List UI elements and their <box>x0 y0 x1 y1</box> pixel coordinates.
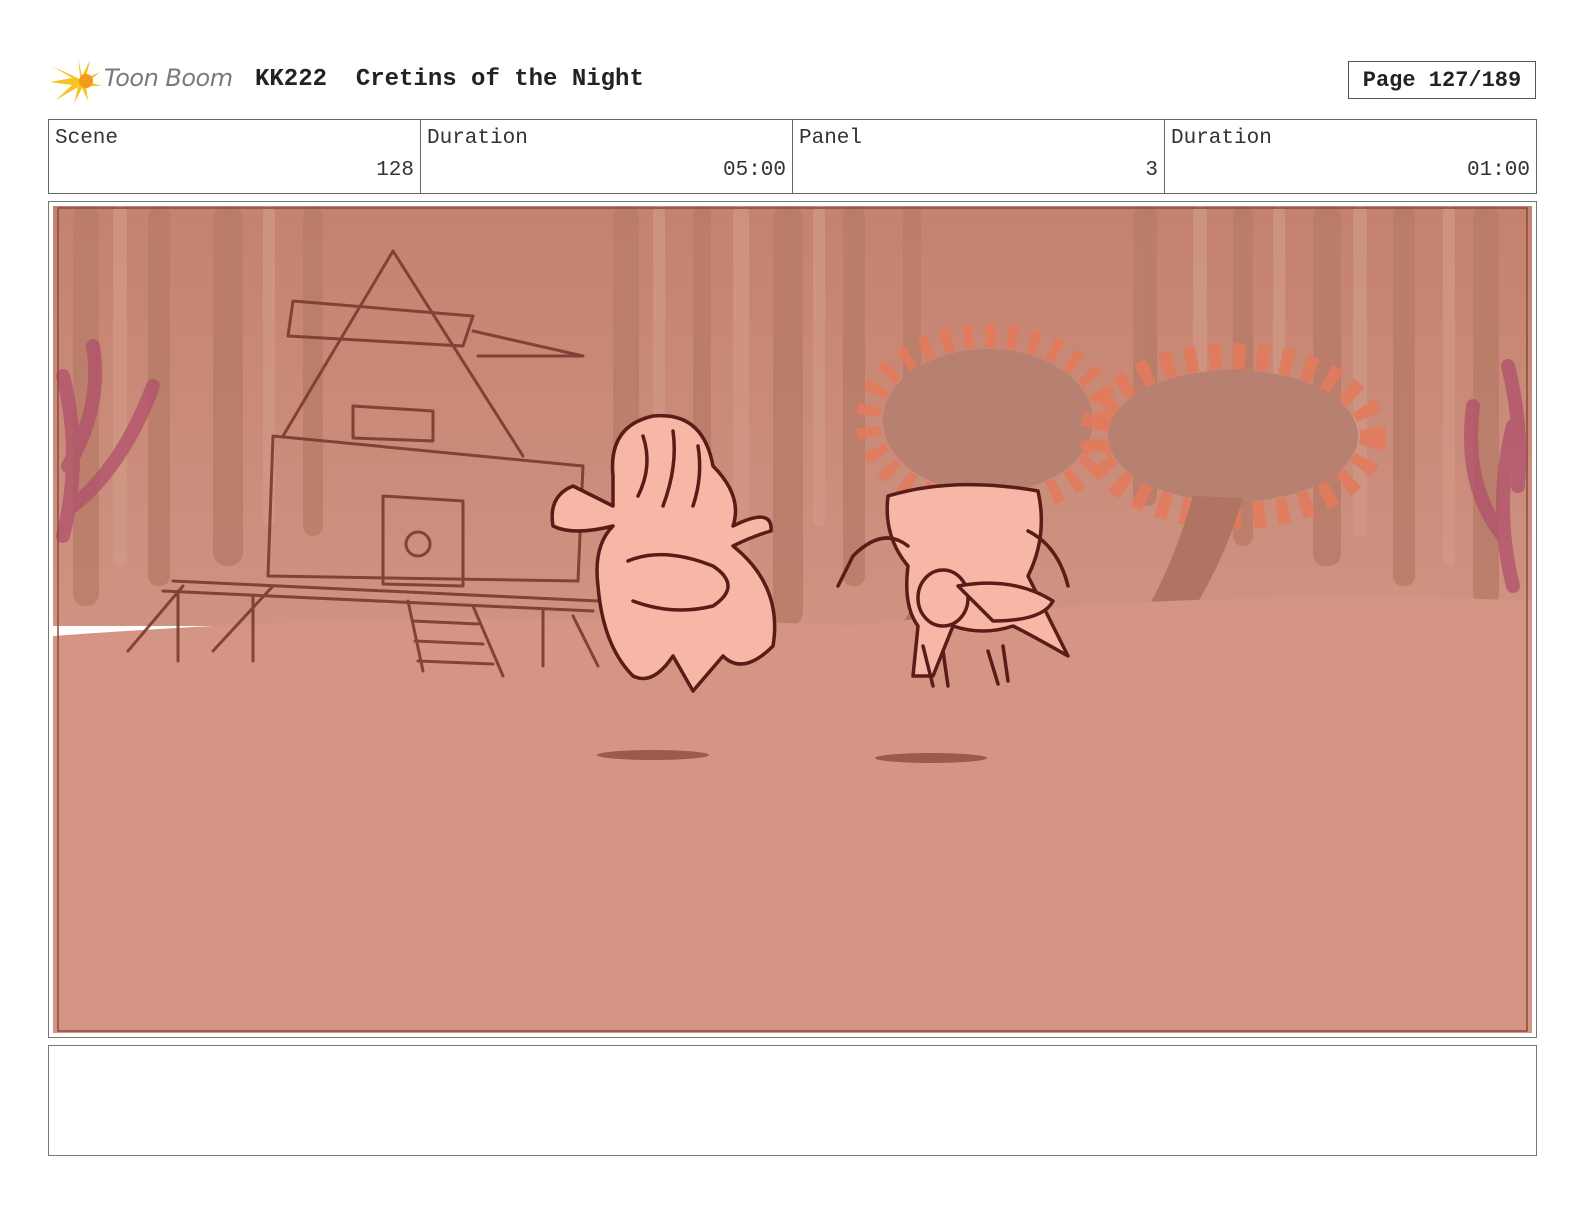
panel-duration-value: 01:00 <box>1466 159 1530 182</box>
logo-text: Toon Boom <box>104 64 233 92</box>
scene-label: Scene <box>55 127 119 150</box>
scene-duration-cell: Duration 05:00 <box>421 120 793 193</box>
shadow-left <box>597 750 709 760</box>
panel-label: Panel <box>799 127 863 150</box>
panel-duration-cell: Duration 01:00 <box>1165 120 1536 193</box>
panel-duration-label: Duration <box>1171 127 1272 150</box>
panel-cell: Panel 3 <box>793 120 1165 193</box>
storyboard-panel-image <box>53 206 1532 1033</box>
scene-cell: Scene 128 <box>49 120 421 193</box>
scene-duration-value: 05:00 <box>722 159 786 182</box>
ground <box>53 596 1532 1033</box>
panel-value: 3 <box>1145 159 1158 182</box>
page-number: Page 127/189 <box>1348 61 1536 99</box>
page-title: KK222 Cretins of the Night <box>255 66 644 93</box>
toon-boom-flare-icon <box>50 58 102 104</box>
scene-value: 128 <box>376 159 414 182</box>
scene-info-table: Scene 128 Duration 05:00 Panel 3 Duratio… <box>48 119 1537 194</box>
scene-duration-label: Duration <box>427 127 528 150</box>
panel-notes-box <box>48 1045 1537 1156</box>
shadow-right <box>875 753 987 763</box>
toon-boom-logo: Toon Boom <box>50 56 240 106</box>
